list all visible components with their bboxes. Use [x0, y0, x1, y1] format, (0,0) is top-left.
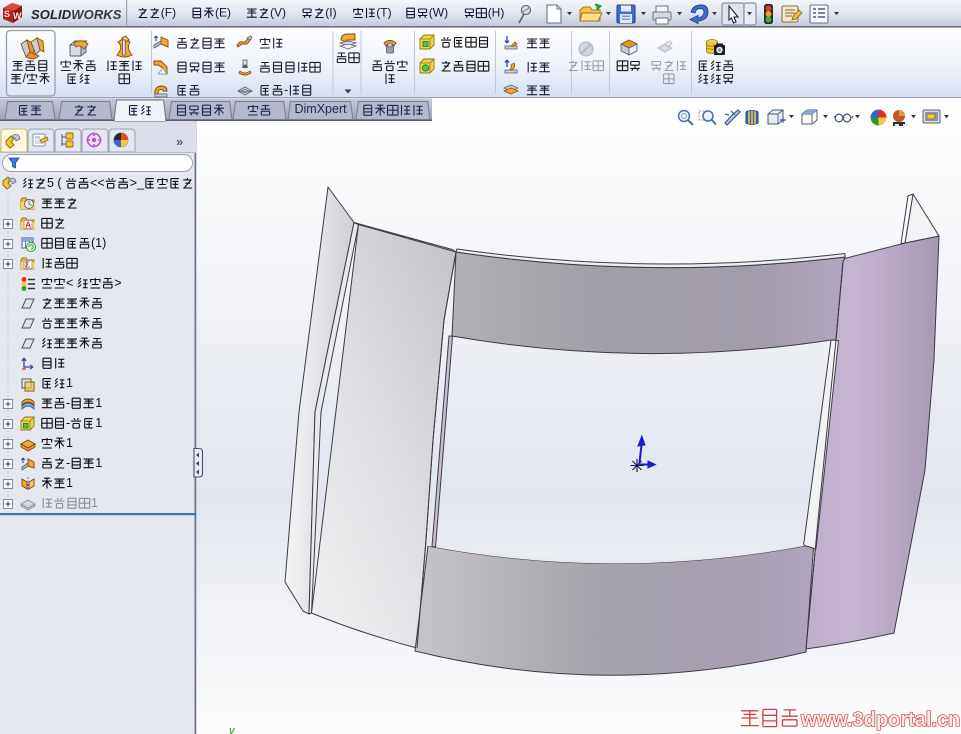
svg-text:>_: >_ — [130, 176, 145, 190]
svg-text:DimXpert: DimXpert — [295, 102, 348, 116]
svg-text:-: - — [66, 396, 70, 410]
svg-text:-: - — [284, 83, 288, 97]
svg-text:1: 1 — [66, 436, 73, 450]
svg-text:(E): (E) — [215, 6, 231, 20]
svg-text:(1): (1) — [91, 236, 106, 250]
svg-text:(W): (W) — [429, 6, 448, 20]
svg-text:1: 1 — [95, 456, 102, 470]
svg-text:(V): (V) — [270, 6, 286, 20]
svg-text:(I): (I) — [325, 6, 336, 20]
svg-text:www.3dportal.cn: www.3dportal.cn — [800, 709, 960, 731]
svg-text:1: 1 — [95, 416, 102, 430]
svg-text:»: » — [176, 134, 183, 149]
svg-text:1: 1 — [91, 496, 98, 510]
svg-text:1: 1 — [66, 476, 73, 490]
svg-text:1: 1 — [95, 396, 102, 410]
svg-text:1: 1 — [66, 376, 73, 390]
svg-text:>: > — [114, 276, 121, 290]
svg-text:(F): (F) — [161, 6, 176, 20]
svg-text:/: / — [23, 71, 27, 85]
svg-text:(H): (H) — [488, 6, 505, 20]
svg-text:5 (: 5 ( — [47, 176, 62, 190]
svg-text:A: A — [25, 220, 31, 229]
svg-text:Σ: Σ — [25, 260, 30, 270]
svg-text:SOLIDWORKS: SOLIDWORKS — [31, 7, 122, 22]
svg-text:S: S — [4, 9, 10, 19]
svg-text:-: - — [66, 416, 70, 430]
svg-text:<: < — [66, 276, 73, 290]
svg-text:W: W — [13, 11, 22, 21]
svg-text:<<: << — [90, 176, 105, 190]
svg-text:(T): (T) — [376, 6, 391, 20]
svg-text:-: - — [66, 456, 70, 470]
